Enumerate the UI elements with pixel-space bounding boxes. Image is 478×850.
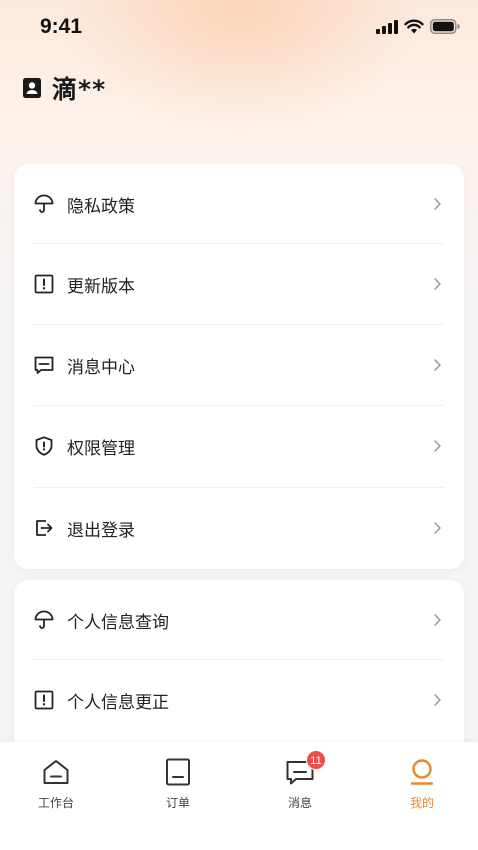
battery-icon bbox=[430, 19, 460, 34]
menu-item-update-version[interactable]: 更新版本 bbox=[14, 244, 464, 324]
profile-icon bbox=[410, 759, 434, 785]
chevron-right-icon bbox=[434, 694, 441, 706]
tab-label: 消息 bbox=[287, 796, 312, 810]
alert-square-icon bbox=[34, 690, 54, 710]
menu-item-label: 权限管理 bbox=[67, 438, 135, 459]
menu-item-logout[interactable]: 退出登录 bbox=[14, 488, 464, 568]
user-name: 滴** bbox=[52, 75, 107, 104]
tab-label: 我的 bbox=[409, 796, 434, 810]
shield-icon bbox=[35, 436, 53, 456]
unread-badge: 11 bbox=[306, 750, 326, 770]
chevron-right-icon bbox=[434, 614, 441, 626]
tab-label: 工作台 bbox=[37, 796, 74, 810]
home-icon bbox=[43, 760, 69, 784]
menu-item-label: 退出登录 bbox=[67, 520, 135, 541]
profile-header: 滴** bbox=[22, 70, 106, 106]
tab-mine[interactable]: 我的 bbox=[372, 756, 472, 816]
chevron-right-icon bbox=[434, 440, 441, 452]
menu-item-personal-info-correction[interactable]: 个人信息更正 bbox=[14, 660, 464, 740]
menu-item-personal-info-query[interactable]: 个人信息查询 bbox=[14, 580, 464, 660]
status-time: 9:41 bbox=[40, 15, 83, 38]
status-icons bbox=[376, 19, 460, 34]
umbrella-icon bbox=[34, 194, 54, 213]
menu-item-label: 个人信息查询 bbox=[67, 612, 169, 633]
status-bar: 9:41 bbox=[0, 0, 478, 56]
order-icon bbox=[166, 758, 190, 786]
message-icon-wrap: 11 bbox=[284, 750, 326, 788]
menu-item-label: 消息中心 bbox=[67, 357, 135, 378]
menu-item-label: 隐私政策 bbox=[67, 196, 135, 217]
menu-item-label: 更新版本 bbox=[67, 276, 135, 297]
wifi-icon bbox=[404, 19, 424, 34]
tab-workbench[interactable]: 工作台 bbox=[6, 756, 106, 816]
menu-item-label: 个人信息更正 bbox=[67, 692, 169, 713]
settings-menu-card: 隐私政策 更新版本 消息中心 权限管理 退出登录 bbox=[14, 164, 464, 569]
alert-square-icon bbox=[34, 274, 54, 294]
chevron-right-icon bbox=[434, 359, 441, 371]
menu-item-permission-management[interactable]: 权限管理 bbox=[14, 406, 464, 486]
tab-label: 订单 bbox=[165, 796, 190, 810]
menu-item-message-center[interactable]: 消息中心 bbox=[14, 325, 464, 405]
message-icon bbox=[34, 356, 54, 374]
tab-orders[interactable]: 订单 bbox=[128, 756, 228, 816]
logout-icon bbox=[36, 520, 53, 536]
chevron-right-icon bbox=[434, 522, 441, 534]
tab-messages[interactable]: 11 消息 bbox=[250, 750, 350, 816]
bottom-tab-bar: 工作台 订单 11 消息 我的 bbox=[0, 742, 478, 850]
menu-item-privacy-policy[interactable]: 隐私政策 bbox=[14, 164, 464, 244]
chevron-right-icon bbox=[434, 198, 441, 210]
umbrella-icon bbox=[34, 610, 54, 629]
chevron-right-icon bbox=[434, 278, 441, 290]
signal-icon bbox=[376, 19, 398, 34]
user-badge-icon bbox=[23, 78, 41, 98]
